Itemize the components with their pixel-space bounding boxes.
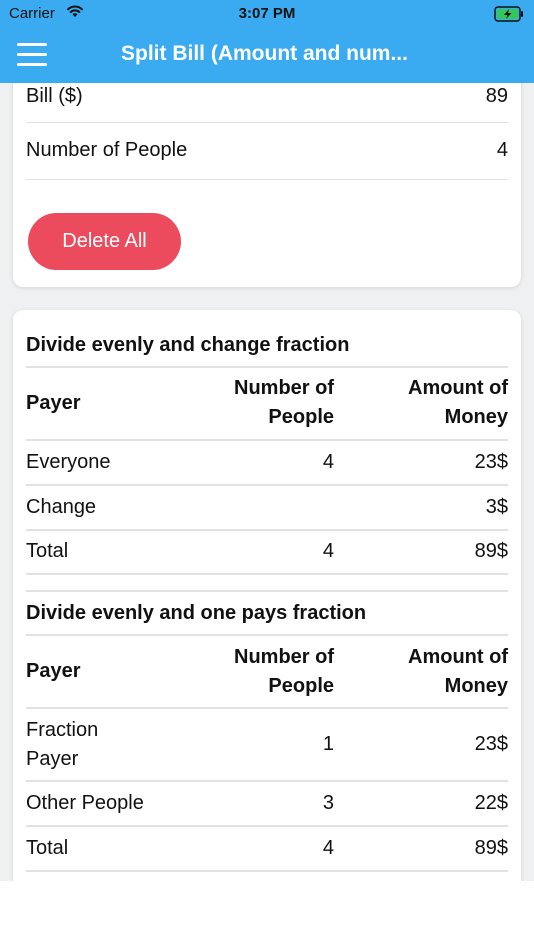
people-input[interactable]: 4 <box>497 139 508 162</box>
bill-row[interactable]: Bill ($) 89 <box>26 83 508 123</box>
divider <box>26 780 508 782</box>
cell-money: 89$ <box>474 837 508 859</box>
bill-input[interactable]: 89 <box>486 85 508 108</box>
header-payer: Payer <box>26 660 81 682</box>
divider <box>26 870 508 872</box>
people-row[interactable]: Number of People 4 <box>26 123 508 180</box>
page-title: Split Bill (Amount and num... <box>121 42 408 65</box>
cell-people: 4 <box>322 451 334 473</box>
header-money-1: Amount of <box>408 377 508 399</box>
cell-payer: Everyone <box>26 451 111 473</box>
divider <box>26 366 508 368</box>
section-title-change: Divide evenly and change fraction <box>26 334 350 356</box>
cell-money: 22$ <box>474 792 508 814</box>
cell-payer: Other People <box>26 792 144 814</box>
content-scroll[interactable]: Bill ($) 89 Number of People 4 Delete Al… <box>0 83 534 881</box>
cell-money: 23$ <box>474 733 508 755</box>
cell-people: 4 <box>322 837 334 859</box>
divider <box>26 484 508 486</box>
header-money-2: Money <box>444 406 508 428</box>
input-card: Bill ($) 89 Number of People 4 Delete Al… <box>13 83 521 287</box>
results-card: Divide evenly and change fraction Payer … <box>13 310 521 881</box>
cell-payer: Total <box>26 540 69 562</box>
top-bar: Carrier 3:07 PM Split Bill (Amount and n… <box>0 0 534 83</box>
delete-all-button[interactable]: Delete All <box>28 213 181 270</box>
cell-payer: Change <box>26 496 97 518</box>
cell-money: 89$ <box>474 540 508 562</box>
header-people-2: People <box>268 675 334 697</box>
cell-payer: Total <box>26 837 69 859</box>
cell-payer-2: Payer <box>26 748 79 770</box>
divider <box>26 825 508 827</box>
app-bar: Split Bill (Amount and num... <box>0 30 534 83</box>
header-money-1: Amount of <box>408 646 508 668</box>
divider <box>26 634 508 636</box>
divider <box>26 707 508 709</box>
divider <box>26 529 508 531</box>
divider <box>26 439 508 441</box>
cell-people: 1 <box>322 733 334 755</box>
battery-charging-icon <box>494 6 523 22</box>
clock: 3:07 PM <box>238 5 296 22</box>
header-people-1: Number of <box>234 646 334 668</box>
header-people-1: Number of <box>234 377 334 399</box>
header-people-2: People <box>268 406 334 428</box>
divider <box>26 590 508 592</box>
section-title-fraction: Divide evenly and one pays fraction <box>26 602 367 624</box>
cell-money: 3$ <box>485 496 508 518</box>
status-bar: Carrier 3:07 PM <box>0 0 534 28</box>
cell-money: 23$ <box>474 451 508 473</box>
bill-label: Bill ($) <box>26 85 83 107</box>
header-money-2: Money <box>444 675 508 697</box>
cell-people: 3 <box>322 792 334 814</box>
divider <box>26 573 508 575</box>
header-payer: Payer <box>26 392 81 414</box>
people-label: Number of People <box>26 139 188 161</box>
cell-payer-1: Fraction <box>26 719 99 741</box>
cell-people: 4 <box>322 540 334 562</box>
menu-icon[interactable] <box>17 43 47 67</box>
